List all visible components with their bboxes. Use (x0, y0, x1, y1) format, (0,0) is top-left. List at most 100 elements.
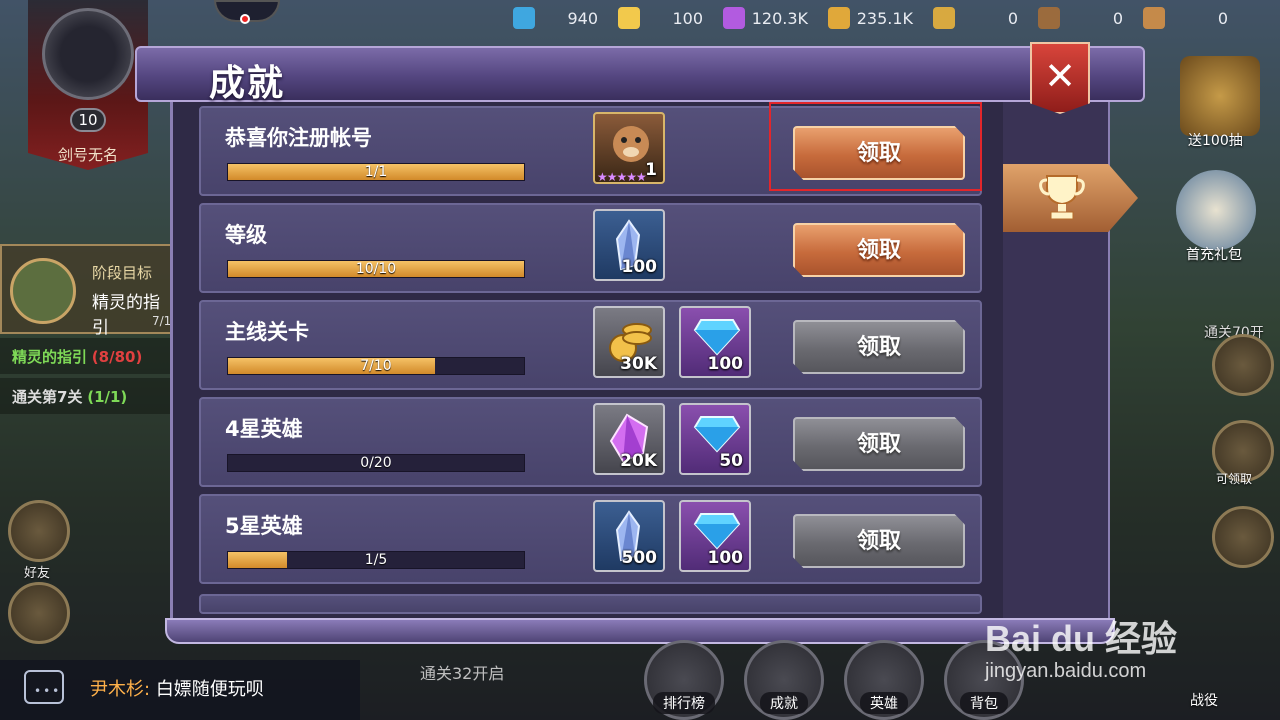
resource-item: 120.3K (715, 2, 820, 34)
claim-button[interactable]: 领取 (793, 223, 965, 277)
reward-item[interactable]: 500 (593, 500, 665, 572)
progress-text: 10/10 (355, 261, 397, 277)
reward-item[interactable]: 100 (593, 209, 665, 281)
progress-text: 1/5 (364, 552, 388, 568)
tab-achievement[interactable] (1003, 164, 1138, 232)
resource-value: 940 (567, 9, 598, 28)
claimable-label: 可领取 (1216, 472, 1253, 486)
wood-icon (1038, 7, 1060, 29)
progress-bar: 7/10 (227, 357, 525, 375)
reward-count: 50 (719, 451, 743, 471)
ore-icon (1143, 7, 1165, 29)
reward-item[interactable]: 100 (679, 500, 751, 572)
watermark-logo: Bai du 经验 (985, 618, 1178, 659)
resource-item: 0 (1030, 2, 1135, 34)
elf-portrait-icon (10, 258, 76, 324)
wheat-icon (933, 7, 955, 29)
purple-crystal-icon (723, 7, 745, 29)
achievement-title: 主线关卡 (225, 320, 309, 344)
battle-label: 战役 (1190, 693, 1218, 709)
resource-item: 0 (925, 2, 1030, 34)
reward-item[interactable]: 100 (679, 306, 751, 378)
nav-item[interactable]: 英雄 (838, 640, 930, 720)
resource-value: 120.3K (751, 9, 808, 28)
claim-button[interactable]: 领取 (793, 514, 965, 568)
list-item: 5星英雄 1/5 500 100 领取 (199, 494, 982, 584)
reward-count: 30K (620, 354, 657, 374)
achievement-title: 恭喜你注册帐号 (225, 126, 372, 150)
achievement-title: 等级 (225, 223, 267, 247)
watermark-url: jingyan.baidu.com (985, 660, 1147, 682)
nav-item[interactable]: 成就 (738, 640, 830, 720)
stage-unlock-hint: 通关32开启 (420, 664, 505, 683)
reward-count: 1 (645, 160, 657, 180)
highlight-box (769, 102, 982, 191)
claim-button[interactable]: 领取 (793, 320, 965, 374)
mail-button[interactable] (8, 582, 70, 644)
quest-line-count: (1/1) (87, 388, 128, 406)
treasure-chest-icon[interactable] (1180, 56, 1260, 136)
nav-item[interactable]: 排行榜 (638, 640, 730, 720)
quest-line-name: 精灵的指引 (12, 348, 88, 366)
progress-text: 1/1 (364, 164, 388, 180)
reward-item[interactable]: 1 ★★★★★ (593, 112, 665, 184)
close-icon: ✕ (1044, 54, 1076, 98)
reward-count: 100 (621, 257, 658, 277)
draw-label: 送100抽 (1188, 133, 1243, 149)
dialog-header: 成就 (135, 46, 1145, 104)
chat-message: 尹木杉: 白嫖随便玩呗 (90, 675, 264, 701)
chat-icon[interactable]: ••• (24, 670, 64, 704)
reward-item[interactable]: 50 (679, 403, 751, 475)
reward-count: 500 (621, 548, 658, 568)
nav-label: 成就 (760, 692, 808, 714)
resource-item: 0 (1135, 2, 1240, 34)
chat-text: 白嫖随便玩呗 (155, 679, 264, 700)
list-item: 主线关卡 7/10 30K 100 领取 (199, 300, 982, 390)
progress-text: 7/10 (360, 358, 392, 374)
bag-gift-button[interactable] (1212, 506, 1274, 568)
achievement-dialog: 成就 ✕ 恭喜你注册帐号 1/1 1 ★★★★★ 领取 等级 10/10 100 领取 主线关卡 7… (135, 38, 1145, 648)
reward-count: 20K (620, 451, 657, 471)
list-item: 4星英雄 0/20 20K 50 领取 (199, 397, 982, 487)
helmet-portrait-icon (42, 8, 134, 100)
resource-value: 100 (672, 9, 703, 28)
progress-bar: 1/1 (227, 163, 525, 181)
achievement-title: 5星英雄 (225, 514, 303, 538)
close-button[interactable]: ✕ (1030, 42, 1090, 114)
list-item-partial (199, 594, 982, 614)
trophy-icon (1039, 175, 1085, 220)
progress-bar: 0/20 (227, 454, 525, 472)
claim-button[interactable]: 领取 (793, 417, 965, 471)
reward-count: 100 (707, 548, 744, 568)
reward-item[interactable]: 30K (593, 306, 665, 378)
first-pay-label: 首充礼包 (1186, 247, 1242, 263)
progress-bar: 10/10 (227, 260, 525, 278)
friends-label: 好友 (24, 566, 51, 581)
star-rating: ★★★★★ (597, 170, 647, 184)
progress-text: 0/20 (360, 455, 392, 471)
nav-label: 英雄 (860, 692, 908, 714)
nav-label: 排行榜 (653, 692, 715, 714)
nav-label: 背包 (960, 692, 1008, 714)
lightning-icon (618, 7, 640, 29)
dialog-title: 成就 (209, 63, 286, 104)
friends-button[interactable] (8, 500, 70, 562)
compass-button[interactable] (1212, 334, 1274, 396)
quest-line-name: 通关第7关 (12, 388, 83, 406)
notification-dot (240, 14, 250, 24)
diamond-plus-icon (513, 7, 535, 29)
progress-bar: 1/5 (227, 551, 525, 569)
player-level: 10 (70, 108, 106, 132)
chat-sender: 尹木杉: (90, 679, 151, 700)
player-avatar[interactable]: 10 剑号无名 (28, 0, 148, 170)
resource-value: 0 (1217, 9, 1228, 28)
reward-item[interactable]: 20K (593, 403, 665, 475)
resource-item: 940 (505, 2, 610, 34)
reward-count: 100 (707, 354, 744, 374)
resource-bar: 940 100 120.3K 235.1K 0 0 0 (505, 2, 1240, 34)
panda-gift-icon[interactable] (1176, 170, 1256, 250)
achievement-title: 4星英雄 (225, 417, 303, 441)
list-item: 等级 10/10 100 领取 (199, 203, 982, 293)
chat-bar[interactable]: ••• 尹木杉: 白嫖随便玩呗 (0, 660, 360, 720)
gold-coins-icon (828, 7, 850, 29)
